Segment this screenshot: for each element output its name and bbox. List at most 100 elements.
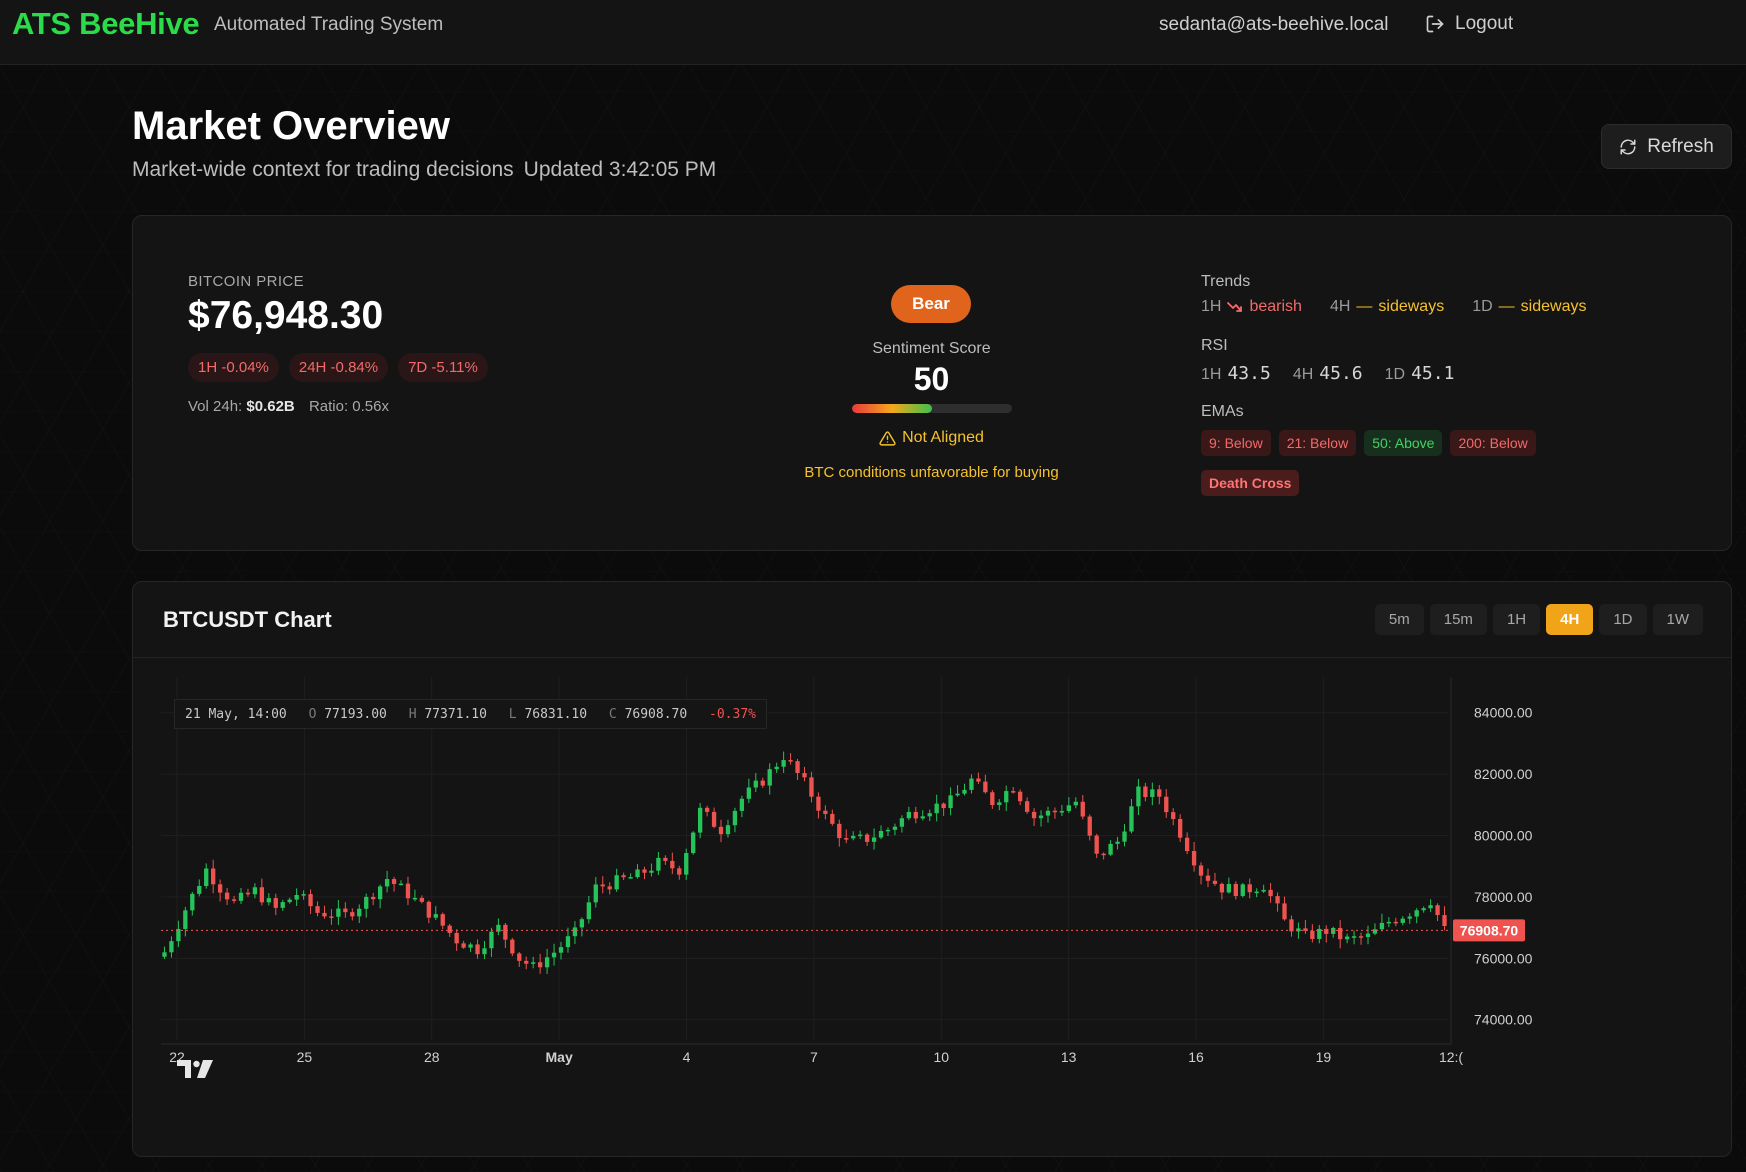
- candle-body: [1031, 811, 1037, 819]
- candle-body: [1338, 927, 1343, 940]
- candle-body: [537, 962, 543, 968]
- volume-row: Vol 24h: $0.62B Ratio: 0.56x: [188, 398, 389, 415]
- candle-body: [691, 832, 696, 854]
- candle-body: [259, 887, 265, 903]
- candle-body: [1080, 801, 1085, 817]
- candle-body: [440, 914, 445, 926]
- x-tick-label: 25: [297, 1049, 313, 1065]
- brand-logo[interactable]: ATS BeeHive: [12, 6, 200, 42]
- tradingview-logo-icon[interactable]: [177, 1058, 217, 1080]
- candle-body: [1101, 853, 1106, 856]
- candle-body: [1136, 786, 1141, 807]
- sideways-dash-icon: —: [1356, 298, 1373, 315]
- candle-body: [558, 947, 564, 953]
- candle-body: [1178, 818, 1183, 838]
- candle-body: [927, 813, 932, 817]
- candle-body: [1191, 851, 1197, 866]
- candle-body: [238, 892, 244, 901]
- candle-body: [878, 830, 884, 838]
- candle-body: [1261, 889, 1266, 892]
- rsi-title: RSI: [1201, 337, 1228, 354]
- candle-body: [1073, 801, 1078, 806]
- candle-body: [1442, 915, 1447, 927]
- candle-body: [183, 910, 188, 929]
- candle-body: [663, 857, 668, 861]
- candle-body: [1038, 815, 1044, 819]
- ratio-label: Ratio:: [308, 398, 349, 415]
- candle-body: [997, 802, 1002, 806]
- candle-body: [517, 953, 522, 961]
- refresh-button[interactable]: Refresh: [1601, 124, 1732, 169]
- candle-body: [1219, 883, 1225, 893]
- x-tick-label: 13: [1061, 1049, 1077, 1065]
- candle-body: [308, 894, 313, 907]
- candle-body: [1240, 884, 1245, 896]
- y-tick-label: 74000.00: [1474, 1012, 1533, 1028]
- rsi-4h-value: 45.6: [1319, 363, 1363, 384]
- btcusdt-chart-card: BTCUSDT Chart 5m 15m 1H 4H 1D 1W 84000.0…: [132, 581, 1732, 1157]
- candle-body: [802, 773, 807, 778]
- candle-body: [169, 941, 174, 953]
- candle-body: [788, 760, 793, 762]
- x-tick-label: 4: [683, 1049, 691, 1065]
- candle-body: [823, 810, 828, 814]
- x-tick-label: 10: [933, 1049, 949, 1065]
- candle-body: [607, 886, 612, 890]
- candle-body: [621, 875, 626, 878]
- candle-body: [1011, 791, 1016, 793]
- logout-label: Logout: [1455, 13, 1514, 34]
- emas-row: 9: Below 21: Below 50: Above 200: Below: [1201, 430, 1536, 456]
- candle-body: [656, 857, 661, 871]
- candle-body: [955, 793, 960, 796]
- candle-body: [419, 897, 425, 902]
- ohlc-high-label: H: [408, 707, 417, 722]
- change-24h-badge: 24H -0.84%: [288, 353, 389, 382]
- candle-body: [948, 795, 953, 809]
- candle-body: [969, 778, 974, 790]
- candle-body: [1358, 936, 1364, 938]
- ohlc-open: 77193.00: [324, 707, 387, 722]
- brand-subtitle: Automated Trading System: [214, 14, 444, 35]
- candle-body: [1184, 837, 1190, 852]
- candle-body: [1414, 910, 1419, 917]
- candle-body: [1115, 841, 1120, 844]
- candle-body: [871, 837, 877, 842]
- candle-body: [531, 962, 536, 964]
- candle-body: [649, 870, 654, 873]
- candle-body: [677, 868, 682, 875]
- candle-body: [1407, 916, 1412, 919]
- candle-body: [1108, 843, 1113, 855]
- ratio-value: 0.56x: [352, 398, 389, 415]
- candlestick-chart[interactable]: 84000.00 82000.00 80000.00 78000.00 76000.00…: [133, 582, 1732, 1157]
- candle-body: [294, 894, 299, 900]
- candle-body: [384, 879, 390, 887]
- user-email: sedanta@ats-beehive.local: [1159, 14, 1389, 35]
- candle-body: [746, 787, 752, 799]
- candle-body: [1254, 891, 1259, 894]
- candle-body: [1421, 908, 1426, 911]
- candle-body: [426, 901, 431, 918]
- sentiment-score-bar: [852, 404, 1012, 413]
- candle-body: [1393, 921, 1398, 924]
- candle-body: [544, 957, 550, 968]
- trend-1h-value: bearish: [1249, 298, 1302, 315]
- candle-body: [301, 894, 306, 896]
- candle-body: [990, 792, 995, 806]
- candle-body: [774, 766, 779, 770]
- candle-body: [1066, 805, 1072, 812]
- candle-body: [781, 760, 786, 767]
- trends-row: 1H bearish 4H — sideways 1D — sideways: [1201, 298, 1586, 316]
- bitcoin-price: $76,948.30: [188, 294, 384, 337]
- volume-label: Vol 24h:: [188, 398, 243, 415]
- candle-body: [1171, 812, 1176, 819]
- candle-body: [586, 902, 591, 920]
- candle-body: [461, 943, 466, 948]
- warning-icon: [879, 430, 896, 446]
- logout-button[interactable]: Logout: [1425, 13, 1513, 35]
- candle-body: [1004, 791, 1009, 803]
- candle-body: [1400, 918, 1405, 923]
- candle-body: [336, 908, 341, 917]
- candle-body: [245, 892, 251, 895]
- candle-body: [697, 807, 703, 833]
- ema-200-badge: 200: Below: [1450, 430, 1536, 456]
